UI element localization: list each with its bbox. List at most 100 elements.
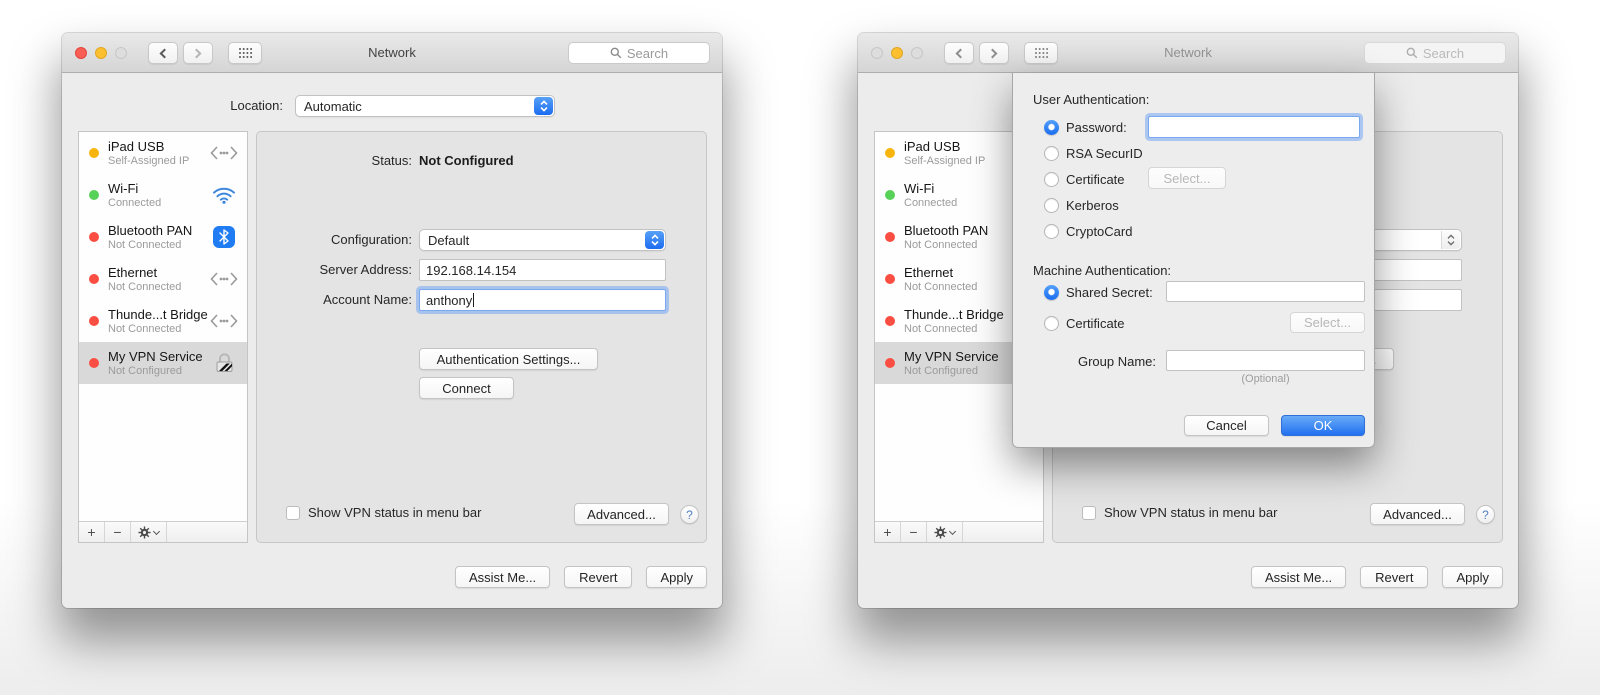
server-address-field[interactable]: 192.168.14.154 xyxy=(419,259,666,281)
show-all-button[interactable] xyxy=(1024,42,1058,64)
zoom-button[interactable] xyxy=(911,47,923,59)
service-status: Not Connected xyxy=(108,239,192,252)
help-button[interactable]: ? xyxy=(680,505,699,524)
close-button[interactable] xyxy=(75,47,87,59)
cancel-button[interactable]: Cancel xyxy=(1184,415,1269,436)
forward-button[interactable] xyxy=(183,42,213,64)
search-placeholder: Search xyxy=(627,46,668,61)
service-name: Thunde...t Bridge xyxy=(108,307,207,323)
advanced-button[interactable]: Advanced... xyxy=(574,503,669,525)
show-vpn-status-checkbox[interactable] xyxy=(1082,506,1096,520)
show-all-button[interactable] xyxy=(228,42,262,64)
password-radio[interactable] xyxy=(1044,120,1059,135)
revert-button[interactable]: Revert xyxy=(1360,566,1428,588)
certificate-select-button[interactable]: Select... xyxy=(1148,167,1226,189)
chevron-down-icon xyxy=(949,528,956,535)
status-dot xyxy=(885,190,895,200)
group-name-field[interactable] xyxy=(1166,350,1365,371)
sidebar-footer: + − xyxy=(875,521,1043,542)
text-caret xyxy=(473,293,474,307)
cryptocard-label: CryptoCard xyxy=(1066,224,1132,239)
vpn-lock-icon xyxy=(207,352,241,374)
location-value: Automatic xyxy=(304,99,362,114)
zoom-button[interactable] xyxy=(115,47,127,59)
sidebar-item-thunderbolt-bridge[interactable]: Thunde...t BridgeNot Connected xyxy=(79,300,247,342)
status-dot xyxy=(885,232,895,242)
service-actions-button[interactable] xyxy=(927,522,963,542)
dropdown-stepper-icon xyxy=(645,231,664,249)
shared-secret-field[interactable] xyxy=(1166,281,1365,302)
toolbar-nav xyxy=(944,42,1058,64)
toolbar-nav xyxy=(148,42,262,64)
sidebar-item-my-vpn-service[interactable]: My VPN ServiceNot Configured xyxy=(79,342,247,384)
account-name-value: anthony xyxy=(426,293,472,308)
apply-button[interactable]: Apply xyxy=(1442,566,1503,588)
show-vpn-status-label: Show VPN status in menu bar xyxy=(308,505,481,520)
service-actions-button[interactable] xyxy=(131,522,167,542)
certificate-radio[interactable] xyxy=(1044,172,1059,187)
minimize-button[interactable] xyxy=(891,47,903,59)
kerberos-radio[interactable] xyxy=(1044,198,1059,213)
configuration-value: Default xyxy=(428,233,469,248)
help-button[interactable]: ? xyxy=(1476,505,1495,524)
back-button[interactable] xyxy=(148,42,178,64)
machine-certificate-radio[interactable] xyxy=(1044,316,1059,331)
password-label: Password: xyxy=(1066,120,1127,135)
machine-authentication-label: Machine Authentication: xyxy=(1033,263,1171,278)
sidebar-item-ipad-usb[interactable]: iPad USBSelf-Assigned IP xyxy=(79,132,247,174)
password-field[interactable] xyxy=(1148,116,1360,138)
traffic-lights xyxy=(871,47,923,59)
configuration-dropdown[interactable]: Default xyxy=(419,229,666,251)
advanced-button[interactable]: Advanced... xyxy=(1370,503,1465,525)
title-bar: Network S xyxy=(62,33,722,73)
minimize-button[interactable] xyxy=(95,47,107,59)
services-sidebar: iPad USBSelf-Assigned IP Wi-FiConnected … xyxy=(78,131,248,543)
rsa-securid-radio[interactable] xyxy=(1044,146,1059,161)
search-placeholder: Search xyxy=(1423,46,1464,61)
assist-me-button[interactable]: Assist Me... xyxy=(1251,566,1346,588)
service-status: Self-Assigned IP xyxy=(904,155,985,168)
service-name: My VPN Service xyxy=(904,349,999,365)
service-status: Not Connected xyxy=(904,323,1004,336)
status-dot xyxy=(89,358,99,368)
search-input[interactable]: Search xyxy=(1364,42,1506,64)
sidebar-item-bluetooth-pan[interactable]: Bluetooth PANNot Connected xyxy=(79,216,247,258)
apply-button[interactable]: Apply xyxy=(646,566,707,588)
connect-button[interactable]: Connect xyxy=(419,377,514,399)
search-input[interactable]: Search xyxy=(568,42,710,64)
group-name-label: Group Name: xyxy=(1033,354,1156,369)
optional-note: (Optional) xyxy=(1166,373,1365,385)
server-address-label: Server Address: xyxy=(257,262,412,277)
status-dot xyxy=(89,274,99,284)
status-dot xyxy=(885,358,895,368)
service-status: Connected xyxy=(108,197,161,210)
remove-service-button[interactable]: − xyxy=(901,522,927,542)
chevron-down-icon xyxy=(153,528,160,535)
authentication-settings-button[interactable]: Authentication Settings... xyxy=(419,348,598,370)
ok-button[interactable]: OK xyxy=(1281,415,1365,436)
shared-secret-radio[interactable] xyxy=(1044,285,1059,300)
revert-button[interactable]: Revert xyxy=(564,566,632,588)
network-window-with-sheet: Network S xyxy=(858,33,1518,608)
add-service-button[interactable]: + xyxy=(79,522,105,542)
machine-certificate-select-button[interactable]: Select... xyxy=(1290,312,1365,333)
grid-icon xyxy=(1034,47,1049,59)
add-service-button[interactable]: + xyxy=(875,522,901,542)
status-value: Not Configured xyxy=(419,153,514,168)
sidebar-item-ethernet[interactable]: EthernetNot Connected xyxy=(79,258,247,300)
chevron-left-icon xyxy=(160,48,170,58)
remove-service-button[interactable]: − xyxy=(105,522,131,542)
service-status: Self-Assigned IP xyxy=(108,155,189,168)
sidebar-item-wifi[interactable]: Wi-FiConnected xyxy=(79,174,247,216)
forward-button[interactable] xyxy=(979,42,1009,64)
server-address-value: 192.168.14.154 xyxy=(426,263,516,278)
assist-me-button[interactable]: Assist Me... xyxy=(455,566,550,588)
back-button[interactable] xyxy=(944,42,974,64)
service-status: Not Connected xyxy=(904,281,977,294)
show-vpn-status-checkbox[interactable] xyxy=(286,506,300,520)
kerberos-label: Kerberos xyxy=(1066,198,1119,213)
account-name-field[interactable]: anthony xyxy=(419,289,666,311)
close-button[interactable] xyxy=(871,47,883,59)
location-dropdown[interactable]: Automatic xyxy=(295,95,555,117)
cryptocard-radio[interactable] xyxy=(1044,224,1059,239)
